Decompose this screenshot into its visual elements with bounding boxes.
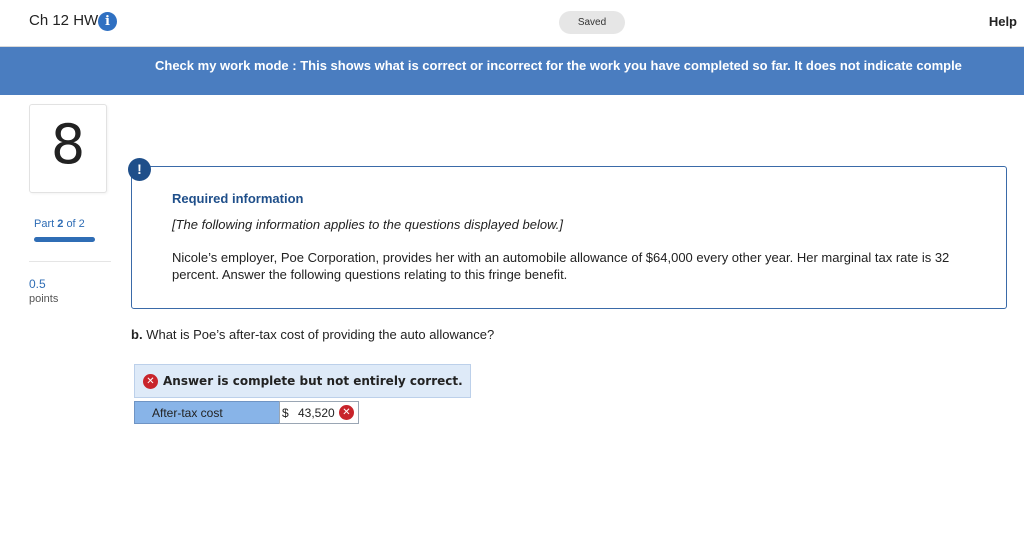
answer-label-text: After-tax cost [152, 406, 223, 420]
question-number-card: 8 [29, 104, 107, 193]
incorrect-answer-icon: ✕ [339, 405, 354, 420]
points-label: points [29, 293, 59, 305]
question-label: b. [131, 327, 143, 342]
part-indicator: Part 2 of 2 [34, 218, 85, 230]
help-link[interactable]: Help [989, 14, 1017, 29]
question-text: What is Poe’s after-tax cost of providin… [146, 327, 495, 342]
part-suffix: of 2 [66, 218, 85, 230]
required-info-title: Required information [172, 191, 304, 206]
required-info-note: [The following information applies to th… [172, 217, 563, 232]
alert-icon: ! [128, 158, 151, 181]
saved-status-badge: Saved [559, 11, 625, 34]
question-prompt: b. What is Poe’s after-tax cost of provi… [131, 327, 494, 342]
part-prefix: Part [34, 218, 55, 230]
required-info-body: Nicole’s employer, Poe Corporation, prov… [172, 250, 950, 282]
banner-text: Check my work mode : This shows what is … [155, 58, 962, 73]
sidebar-divider [29, 261, 111, 262]
part-progress-bar [34, 237, 95, 242]
check-work-banner: Check my work mode : This shows what is … [0, 47, 1024, 95]
currency-symbol: $ [282, 406, 289, 420]
answer-input-cell[interactable]: $ 43,520 ✕ [279, 401, 359, 424]
incorrect-icon: ✕ [143, 374, 158, 389]
answer-row-label: After-tax cost [134, 401, 281, 424]
top-bar: Ch 12 HW i Saved Help [0, 0, 1024, 47]
part-current: 2 [57, 218, 64, 230]
assignment-title: Ch 12 HW [29, 12, 99, 29]
required-info-box: Required information [The following info… [131, 166, 1007, 309]
answer-value[interactable]: 43,520 [298, 406, 335, 420]
feedback-message: Answer is complete but not entirely corr… [163, 374, 463, 388]
points-value: 0.5 [29, 277, 46, 291]
question-number: 8 [50, 113, 86, 176]
answer-feedback: ✕ Answer is complete but not entirely co… [134, 364, 471, 398]
info-icon[interactable]: i [98, 12, 117, 31]
